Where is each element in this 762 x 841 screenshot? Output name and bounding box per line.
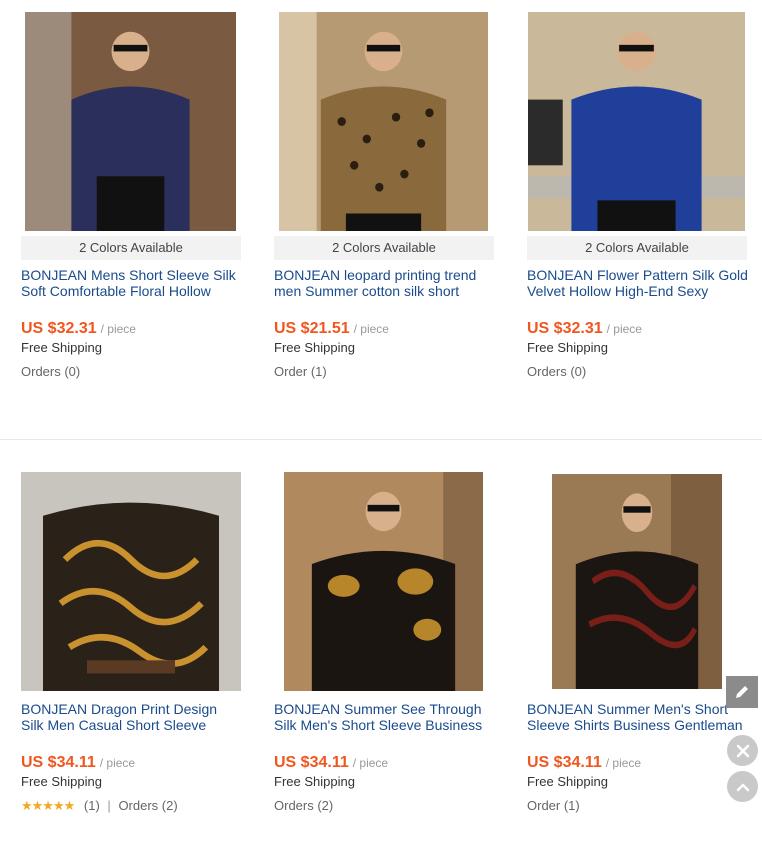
free-shipping-label: Free Shipping [527,340,608,355]
product-image[interactable] [279,12,488,231]
product-title-link[interactable]: BONJEAN leopard printing trend men Summe… [274,267,496,301]
price-value: US $32.31 [527,320,603,337]
price-value: US $32.31 [21,320,97,337]
close-icon [736,744,749,757]
edit-button[interactable] [726,676,758,708]
product-image[interactable] [21,472,241,691]
price: US $34.11/ piece [21,754,135,772]
colors-available-badge: 2 Colors Available [527,236,747,260]
orders-count: Orders (2) [118,798,178,813]
price-value: US $21.51 [274,320,350,337]
orders-count: Orders (0) [527,364,587,379]
back-to-top-button[interactable] [727,771,758,802]
orders-count: Orders (2) [274,798,334,813]
orders-count: Orders (0) [21,364,81,379]
price-unit: / piece [352,756,389,770]
free-shipping-label: Free Shipping [21,774,102,789]
price: US $21.51/ piece [274,320,389,338]
product-title-link[interactable]: BONJEAN Summer Men's Short Sleeve Shirts… [527,701,749,735]
price-unit: / piece [99,756,136,770]
price-value: US $34.11 [274,754,349,771]
colors-available-badge: 2 Colors Available [21,236,241,260]
free-shipping-label: Free Shipping [274,340,355,355]
product-title-link[interactable]: BONJEAN Dragon Print Design Silk Men Cas… [21,701,243,735]
free-shipping-label: Free Shipping [527,774,608,789]
rating-and-orders: ★★★★★ (1) | Orders (2) [21,798,178,814]
price: US $32.31/ piece [527,320,642,338]
price-unit: / piece [353,322,389,336]
product-image[interactable] [284,472,483,691]
close-button[interactable] [727,735,758,766]
product-image[interactable] [25,12,236,231]
price-unit: / piece [605,756,642,770]
product-title-link[interactable]: BONJEAN Flower Pattern Silk Gold Velvet … [527,267,749,301]
free-shipping-label: Free Shipping [21,340,102,355]
rating-count[interactable]: (1) [84,798,100,813]
free-shipping-label: Free Shipping [274,774,355,789]
orders-count: Order (1) [527,798,580,813]
price-value: US $34.11 [21,754,96,771]
separator: | [107,798,111,813]
chevron-up-icon [736,783,749,791]
price-value: US $34.11 [527,754,602,771]
row-divider [0,439,762,440]
price-unit: / piece [606,322,642,336]
price-unit: / piece [100,322,136,336]
price: US $34.11/ piece [527,754,641,772]
product-image[interactable] [552,474,722,689]
product-title-link[interactable]: BONJEAN Mens Short Sleeve Silk Soft Comf… [21,267,243,301]
orders-count: Order (1) [274,364,327,379]
product-title-link[interactable]: BONJEAN Summer See Through Silk Men's Sh… [274,701,496,735]
colors-available-badge: 2 Colors Available [274,236,494,260]
price: US $34.11/ piece [274,754,388,772]
product-image[interactable] [528,12,745,231]
rating-stars-icon: ★★★★★ [21,798,75,813]
price: US $32.31/ piece [21,320,136,338]
pencil-icon [736,686,748,698]
